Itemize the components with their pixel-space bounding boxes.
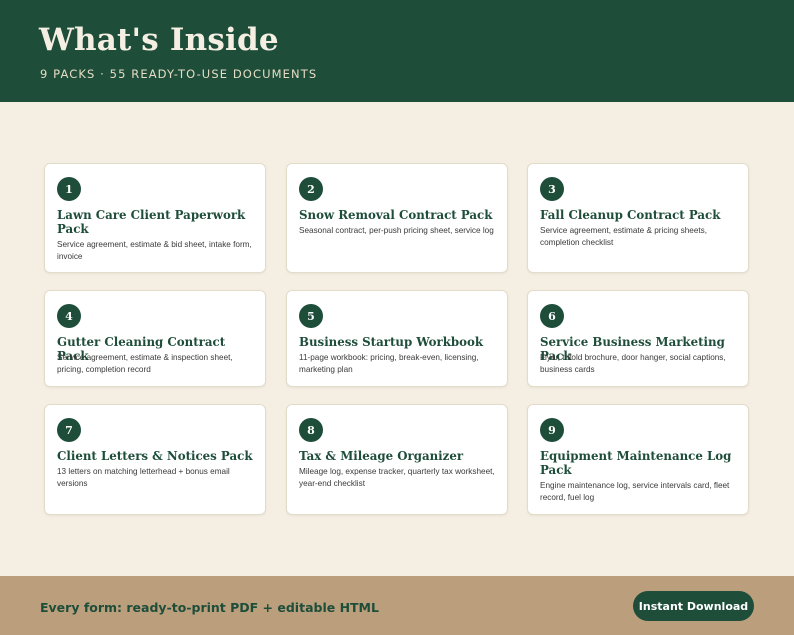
pack-number-badge: 6	[540, 304, 564, 328]
pack-description: Service agreement, estimate & pricing sh…	[540, 226, 708, 247]
pack-title: Tax & Mileage Organizer	[299, 449, 464, 463]
pack-title: Lawn Care Client Paperwork Pack	[57, 208, 246, 236]
pack-description: Service agreement, estimate & bid sheet,…	[57, 240, 252, 261]
pack-card-6: 6 Service Business Marketing Pack Flyer,…	[527, 290, 749, 387]
pack-card-8: 8 Tax & Mileage Organizer Mileage log, e…	[286, 404, 508, 515]
pack-number-badge: 9	[540, 418, 564, 442]
page-subtitle: 9 PACKS · 55 READY-TO-USE DOCUMENTS	[40, 67, 318, 81]
pack-title: Business Startup Workbook	[299, 335, 484, 349]
pack-title: Equipment Maintenance Log Pack	[540, 449, 732, 477]
pack-card-9: 9 Equipment Maintenance Log Pack Engine …	[527, 404, 749, 515]
pack-card-5: 5 Business Startup Workbook 11-page work…	[286, 290, 508, 387]
pack-number-badge: 4	[57, 304, 81, 328]
pack-description: Service agreement, estimate & inspection…	[57, 353, 233, 374]
pack-card-4: 4 Gutter Cleaning Contract Pack Service …	[44, 290, 266, 387]
pack-number-badge: 7	[57, 418, 81, 442]
pack-description: 11-page workbook: pricing, break-even, l…	[299, 353, 479, 374]
page-title: What's Inside	[39, 22, 279, 58]
instant-download-button[interactable]: Instant Download	[633, 591, 754, 621]
pack-description: Seasonal contract, per-push pricing shee…	[299, 226, 494, 235]
pack-card-3: 3 Fall Cleanup Contract Pack Service agr…	[527, 163, 749, 273]
pack-title: Fall Cleanup Contract Pack	[540, 208, 721, 222]
pack-number-badge: 2	[299, 177, 323, 201]
footer-tagline: Every form: ready-to-print PDF + editabl…	[40, 600, 379, 615]
pack-title: Snow Removal Contract Pack	[299, 208, 493, 222]
header-banner: What's Inside 9 PACKS · 55 READY-TO-USE …	[0, 0, 794, 102]
pack-number-badge: 3	[540, 177, 564, 201]
pack-description: Flyer, trifold brochure, door hanger, so…	[540, 353, 726, 374]
pack-grid: 1 Lawn Care Client Paperwork Pack Servic…	[44, 163, 750, 515]
pack-title: Client Letters & Notices Pack	[57, 449, 253, 463]
pack-number-badge: 5	[299, 304, 323, 328]
pack-card-1: 1 Lawn Care Client Paperwork Pack Servic…	[44, 163, 266, 273]
pack-number-badge: 8	[299, 418, 323, 442]
pack-card-7: 7 Client Letters & Notices Pack 13 lette…	[44, 404, 266, 515]
pack-card-2: 2 Snow Removal Contract Pack Seasonal co…	[286, 163, 508, 273]
pack-description: 13 letters on matching letterhead + bonu…	[57, 467, 230, 488]
footer-bar: Every form: ready-to-print PDF + editabl…	[0, 576, 794, 635]
pack-description: Engine maintenance log, service interval…	[540, 481, 730, 502]
pack-number-badge: 1	[57, 177, 81, 201]
pack-description: Mileage log, expense tracker, quarterly …	[299, 467, 495, 488]
